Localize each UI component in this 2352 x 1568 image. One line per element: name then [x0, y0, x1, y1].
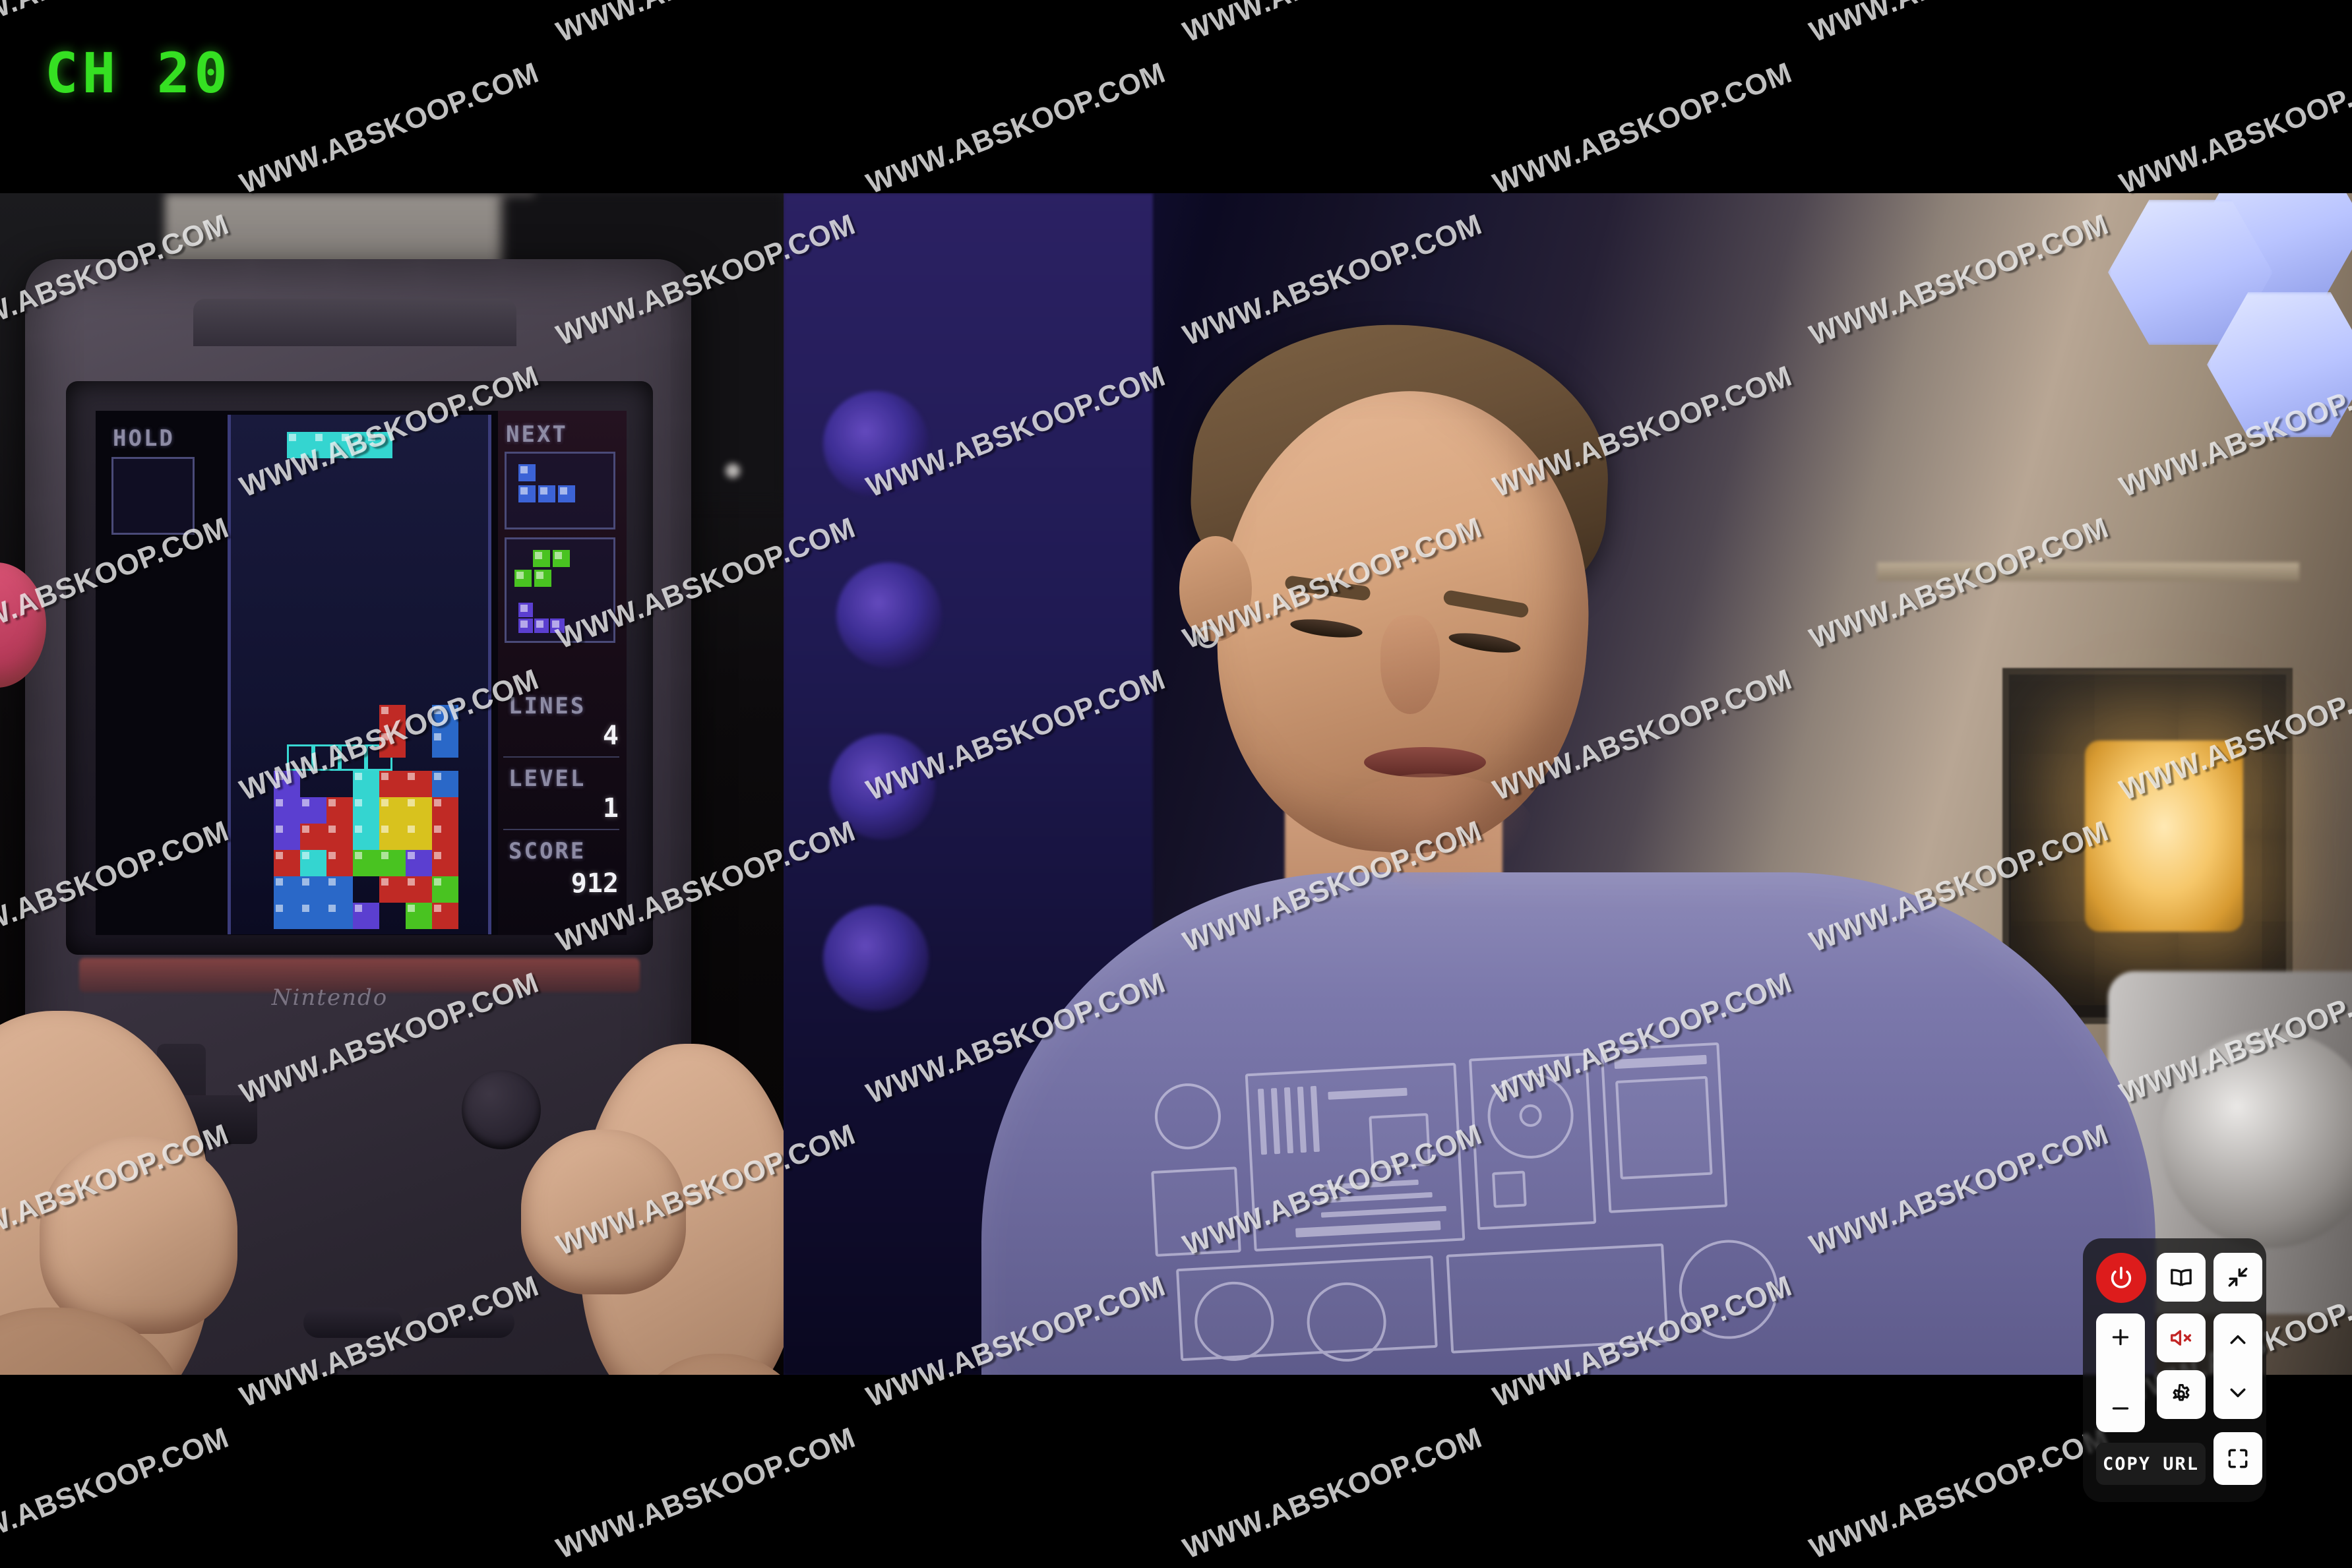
book-icon: [2168, 1264, 2194, 1290]
score-value: 912: [571, 868, 619, 899]
next-slot-2: [505, 537, 615, 643]
stat-divider-2: [503, 829, 619, 830]
gear-icon: [2169, 1382, 2194, 1407]
channel-up-button[interactable]: [2213, 1328, 2262, 1352]
shirt-graphic-print: [1146, 1042, 1781, 1364]
right-video-feed[interactable]: [784, 193, 2352, 1375]
watermark-text: WWW.ABSKOOP.COM: [0, 1421, 233, 1565]
level-value: 1: [602, 793, 619, 824]
power-icon: [2108, 1265, 2134, 1291]
wall-disc-1: [823, 391, 929, 497]
shirt-icon-cpu: [1151, 1166, 1241, 1257]
shirt-icon-harddrive: [1468, 1052, 1597, 1230]
wall-disc-2: [836, 562, 942, 668]
watermark-text: WWW.ABSKOOP.COM: [2115, 56, 2352, 200]
lines-label: LINES: [509, 693, 586, 719]
watermark-text: WWW.ABSKOOP.COM: [862, 56, 1170, 200]
console-start-button: [416, 1308, 514, 1338]
tetris-hud: HOLD NEXT LINES 4 LEVEL 1 SCORE 912: [96, 411, 627, 935]
next-label: NEXT: [506, 421, 568, 448]
channel-osd-label: CH 20: [45, 41, 232, 106]
power-button[interactable]: [2096, 1253, 2146, 1303]
studio-shelf: [1877, 562, 2299, 581]
left-thumb: [40, 1136, 237, 1334]
console-select-button: [303, 1308, 402, 1338]
console-top-lip: [193, 299, 516, 346]
shirt-icon-motherboard: [1245, 1062, 1466, 1252]
watermark-text: WWW.ABSKOOP.COM: [552, 0, 860, 49]
tv-stream-viewer: CH 20 HOLD NEXT LINES 4 LEVEL 1 SCORE 91…: [0, 0, 2352, 1568]
watermark-text: WWW.ABSKOOP.COM: [1179, 1421, 1487, 1565]
watermark-text: WWW.ABSKOOP.COM: [1805, 0, 2113, 49]
wall-disc-4: [823, 905, 929, 1011]
channel-down-button[interactable]: [2213, 1381, 2262, 1404]
hold-slot: [111, 457, 195, 535]
watermark-text: WWW.ABSKOOP.COM: [552, 1421, 860, 1565]
shirt-icon-gpu: [1176, 1255, 1438, 1364]
console-brand-label: Nintendo: [271, 984, 388, 1011]
left-video-feed[interactable]: HOLD NEXT LINES 4 LEVEL 1 SCORE 912 Nint…: [0, 193, 784, 1375]
fullscreen-button[interactable]: [2213, 1432, 2262, 1485]
watermark-text: WWW.ABSKOOP.COM: [235, 56, 543, 200]
studio-warm-lamp: [2085, 740, 2243, 932]
fullscreen-icon: [2225, 1446, 2250, 1471]
copy-url-button[interactable]: COPY URL: [2096, 1443, 2206, 1485]
volume-down-button[interactable]: [2096, 1397, 2145, 1420]
stat-divider-1: [503, 756, 619, 758]
speaker-mute-icon: [2169, 1325, 2194, 1350]
guide-button[interactable]: [2157, 1253, 2206, 1302]
shirt-icon-psu: [1446, 1243, 1669, 1354]
mute-button[interactable]: [2157, 1313, 2206, 1362]
watermark-text: WWW.ABSKOOP.COM: [1489, 56, 1797, 200]
chevron-up-icon: [2226, 1328, 2250, 1352]
plus-icon: [2109, 1325, 2132, 1349]
right-thumb: [521, 1130, 686, 1294]
watermark-text: WWW.ABSKOOP.COM: [1805, 1421, 2113, 1565]
person-ear: [1179, 536, 1252, 642]
console-lcd-screen: HOLD NEXT LINES 4 LEVEL 1 SCORE 912: [96, 411, 627, 935]
channel-stepper[interactable]: [2213, 1313, 2262, 1419]
person-chin-shadow: [1324, 773, 1535, 892]
minus-icon: [2109, 1397, 2132, 1420]
tetris-playfield: [228, 415, 491, 934]
lines-value: 4: [602, 721, 619, 751]
video-stage[interactable]: HOLD NEXT LINES 4 LEVEL 1 SCORE 912 Nint…: [0, 193, 2352, 1375]
collapse-button[interactable]: [2213, 1253, 2262, 1302]
wall-disc-3: [830, 734, 935, 839]
player-control-panel[interactable]: COPY URL: [2083, 1238, 2266, 1502]
person-nose: [1380, 615, 1440, 714]
settings-button[interactable]: [2157, 1370, 2206, 1419]
volume-stepper[interactable]: [2096, 1313, 2145, 1432]
score-label: SCORE: [509, 838, 586, 864]
studio-scene: [784, 193, 2352, 1375]
volume-up-button[interactable]: [2096, 1325, 2145, 1349]
next-slot-1: [505, 452, 615, 529]
shirt-icon-fan: [1153, 1081, 1223, 1151]
person-earring: [1196, 626, 1219, 648]
shirt-icon-ram: [1600, 1042, 1728, 1213]
arrows-in-icon: [2225, 1265, 2250, 1290]
console-button-b: [462, 1070, 541, 1149]
level-label: LEVEL: [509, 766, 586, 792]
watermark-text: WWW.ABSKOOP.COM: [1179, 0, 1487, 49]
light-speck: [726, 464, 740, 478]
chevron-down-icon: [2226, 1381, 2250, 1404]
hold-label: HOLD: [113, 425, 175, 452]
